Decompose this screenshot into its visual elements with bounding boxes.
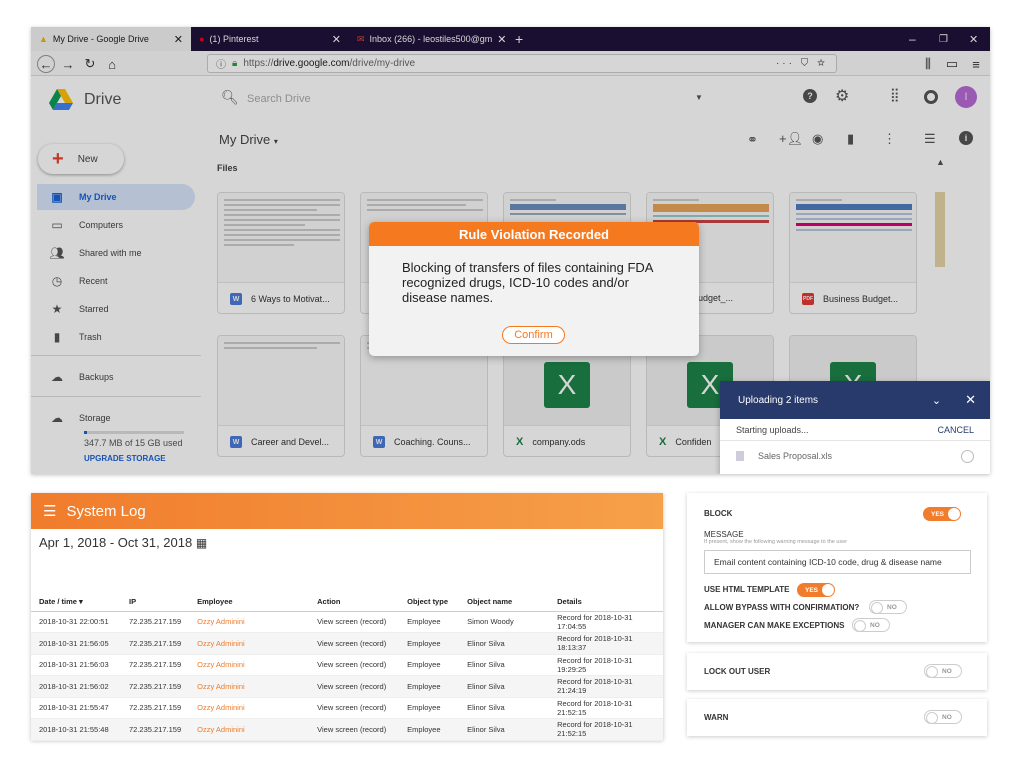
table-cell: 72.235.217.159	[121, 611, 190, 633]
warn-toggle[interactable]: NO	[924, 710, 962, 724]
rule-settings: BLOCK YES MESSAGE If present, show the f…	[687, 493, 987, 740]
upload-item: Sales Proposal.xls	[720, 441, 990, 471]
bypass-label: ALLOW BYPASS WITH CONFIRMATION?	[704, 603, 860, 612]
table-cell: View screen (record)	[309, 718, 400, 741]
calendar-icon[interactable]: ▦	[196, 536, 207, 550]
log-table-body: 2018-10-31 22:00:51 72.235.217.159 Ozzy Ad…	[31, 611, 663, 741]
table-row[interactable]: 2018-10-31 22:00:51 72.235.217.159 Ozzy Ad…	[31, 611, 663, 633]
message-label: MESSAGE	[704, 530, 744, 539]
rule-violation-dialog: Rule Violation Recorded Blocking of tran…	[369, 222, 699, 356]
table-cell: Employee	[399, 675, 460, 698]
file-icon	[736, 451, 744, 461]
table-cell: 2018-10-31 21:55:47	[31, 697, 121, 719]
date-range[interactable]: Apr 1, 2018 - Oct 31, 2018 ▦	[39, 535, 207, 550]
table-cell: 72.235.217.159	[121, 632, 190, 655]
column-header[interactable]: Object name	[459, 593, 550, 612]
dialog-message: Blocking of transfers of files containin…	[402, 260, 653, 305]
cancel-upload-button[interactable]: CANCEL	[937, 425, 974, 435]
column-header[interactable]: Details	[549, 593, 663, 612]
upload-status: Starting uploads...	[736, 424, 809, 435]
table-cell: 72.235.217.159	[121, 718, 190, 741]
table-cell: Employee	[399, 697, 460, 719]
table-cell[interactable]: Ozzy Adminini	[189, 675, 310, 698]
upload-title: Uploading 2 items	[738, 394, 819, 406]
table-cell: Record for 2018-10-31 21:52:15	[549, 697, 663, 719]
column-header[interactable]: Object type	[399, 593, 460, 612]
bypass-toggle[interactable]: NO	[869, 600, 907, 614]
collapse-chevron-icon[interactable]: ⌄	[932, 394, 941, 407]
table-cell: Elinor Silva	[459, 718, 550, 741]
warn-label: WARN	[704, 713, 729, 722]
table-cell: Record for 2018-10-31 21:52:15	[549, 718, 663, 741]
table-cell: Record for 2018-10-31 19:29:25	[549, 654, 663, 676]
block-toggle[interactable]: YES	[923, 507, 961, 521]
column-header[interactable]: Employee	[189, 593, 310, 612]
table-cell: Record for 2018-10-31 21:24:19	[549, 675, 663, 698]
column-header[interactable]: IP	[121, 593, 190, 612]
lockout-toggle[interactable]: NO	[924, 664, 962, 678]
log-table: Date / time ▾ IP Employee Action Object …	[31, 593, 663, 741]
table-cell: View screen (record)	[309, 697, 400, 719]
table-cell: Employee	[399, 718, 460, 741]
hamburger-menu-icon[interactable]: ☰	[43, 502, 56, 520]
sort-down-icon: ▾	[79, 597, 83, 607]
table-cell[interactable]: Ozzy Adminini	[189, 718, 310, 741]
table-cell: 2018-10-31 21:56:02	[31, 675, 121, 698]
table-cell: View screen (record)	[309, 611, 400, 633]
table-cell: Elinor Silva	[459, 675, 550, 698]
table-cell: Employee	[399, 632, 460, 655]
table-cell[interactable]: Ozzy Adminini	[189, 611, 310, 633]
table-cell: Record for 2018-10-31 17:04:55	[549, 611, 663, 633]
column-header[interactable]: Date / time ▾	[31, 593, 121, 612]
system-log-title: System Log	[66, 502, 146, 520]
table-cell: 2018-10-31 21:55:48	[31, 718, 121, 741]
browser-window: ▲ My Drive - Google Drive ✕ ● (1) Pinter…	[31, 27, 990, 474]
system-log-panel: ☰ System Log Apr 1, 2018 - Oct 31, 2018 …	[31, 493, 663, 741]
table-cell: 2018-10-31 21:56:03	[31, 654, 121, 676]
upload-file-name: Sales Proposal.xls	[758, 451, 833, 461]
table-cell[interactable]: Ozzy Adminini	[189, 632, 310, 655]
table-cell: Employee	[399, 654, 460, 676]
column-header[interactable]: Action	[309, 593, 400, 612]
manager-exceptions-label: MANAGER CAN MAKE EXCEPTIONS	[704, 621, 845, 630]
table-cell: 72.235.217.159	[121, 654, 190, 676]
table-header-row: Date / time ▾ IP Employee Action Object …	[31, 593, 663, 612]
table-cell: View screen (record)	[309, 654, 400, 676]
lockout-label: LOCK OUT USER	[704, 667, 771, 676]
table-cell: View screen (record)	[309, 675, 400, 698]
table-cell: Record for 2018-10-31 18:13:37	[549, 632, 663, 655]
warn-panel: WARN NO	[687, 699, 987, 736]
manager-exceptions-toggle[interactable]: NO	[852, 618, 890, 632]
block-label: BLOCK	[704, 509, 733, 518]
table-cell: Employee	[399, 611, 460, 633]
table-row[interactable]: 2018-10-31 21:55:47 72.235.217.159 Ozzy Ad…	[31, 697, 663, 719]
dialog-title: Rule Violation Recorded	[369, 222, 699, 246]
table-row[interactable]: 2018-10-31 21:56:03 72.235.217.159 Ozzy Ad…	[31, 654, 663, 676]
table-cell: 72.235.217.159	[121, 675, 190, 698]
html-template-toggle[interactable]: YES	[797, 583, 835, 597]
table-cell: 2018-10-31 22:00:51	[31, 611, 121, 633]
table-cell: Elinor Silva	[459, 697, 550, 719]
table-row[interactable]: 2018-10-31 21:56:02 72.235.217.159 Ozzy Ad…	[31, 675, 663, 698]
table-row[interactable]: 2018-10-31 21:56:05 72.235.217.159 Ozzy Ad…	[31, 632, 663, 655]
html-template-label: USE HTML TEMPLATE	[704, 585, 790, 594]
table-cell: View screen (record)	[309, 632, 400, 655]
table-cell: 2018-10-31 21:56:05	[31, 632, 121, 655]
upload-panel: Uploading 2 items ⌄ ✕ Starting uploads..…	[720, 381, 990, 474]
table-cell: Elinor Silva	[459, 654, 550, 676]
message-hint: If present, show the following warning m…	[704, 539, 848, 545]
progress-circle-icon	[961, 449, 974, 463]
table-row[interactable]: 2018-10-31 21:55:48 72.235.217.159 Ozzy Ad…	[31, 718, 663, 741]
table-cell: 72.235.217.159	[121, 697, 190, 719]
table-cell: Elinor Silva	[459, 632, 550, 655]
confirm-button[interactable]: Confirm	[502, 326, 565, 344]
message-input[interactable]: Email content containing ICD-10 code, dr…	[704, 550, 971, 574]
table-cell[interactable]: Ozzy Adminini	[189, 654, 310, 676]
lockout-panel: LOCK OUT USER NO	[687, 653, 987, 690]
table-cell: Simon Woody	[459, 611, 550, 633]
table-cell[interactable]: Ozzy Adminini	[189, 697, 310, 719]
close-icon[interactable]: ✕	[965, 392, 976, 408]
block-settings-panel: BLOCK YES MESSAGE If present, show the f…	[687, 493, 987, 642]
